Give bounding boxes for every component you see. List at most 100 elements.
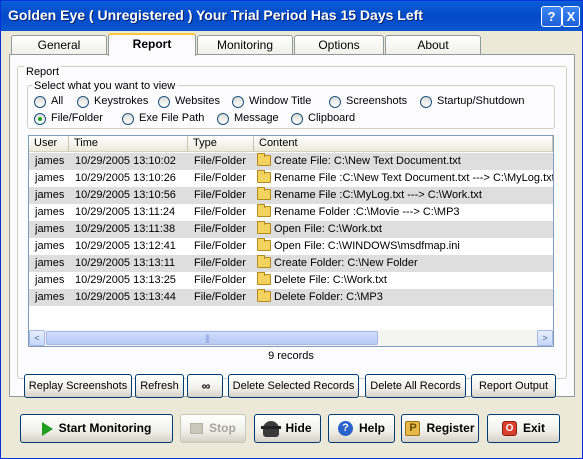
- cell-time: 10/29/2005 13:13:44: [75, 291, 176, 303]
- table-row[interactable]: james 10/29/2005 13:10:26 File/Folder Renam…: [29, 170, 553, 187]
- cell-time: 10/29/2005 13:11:24: [75, 206, 176, 218]
- cell-type: File/Folder: [194, 274, 246, 286]
- scroll-left-icon[interactable]: <: [29, 330, 45, 346]
- scroll-thumb[interactable]: [46, 331, 378, 345]
- exit-label: Exit: [522, 421, 545, 435]
- report-output-button[interactable]: Report Output: [471, 374, 556, 398]
- table-row[interactable]: james 10/29/2005 13:10:02 File/Folder Creat…: [29, 153, 553, 170]
- radio-exe-file-path-label: Exe File Path: [139, 112, 205, 124]
- filter-group-label: Select what you want to view: [32, 80, 178, 92]
- radio-websites-dot: [158, 96, 170, 108]
- column-user[interactable]: User: [29, 136, 69, 152]
- cell-time: 10/29/2005 13:13:11: [75, 257, 176, 269]
- help-label: Help: [358, 421, 385, 435]
- table-row[interactable]: james 10/29/2005 13:13:11 File/Folder Creat…: [29, 255, 553, 272]
- radio-window-title-dot: [232, 96, 244, 108]
- cell-user: james: [35, 172, 65, 184]
- cell-type: File/Folder: [194, 189, 246, 201]
- radio-message-dot: [217, 113, 229, 125]
- cell-content: Create Folder: C:\New Folder: [254, 255, 553, 272]
- tab-strip: General Report Monitoring Options About: [9, 33, 575, 56]
- register-button[interactable]: P Register: [401, 414, 479, 443]
- folder-icon: [257, 204, 271, 217]
- content-text: Delete File: C:\Work.txt: [274, 274, 387, 286]
- column-type[interactable]: Type: [188, 136, 254, 152]
- cell-user: james: [35, 155, 65, 167]
- content-text: Open File: C:\Work.txt: [274, 223, 382, 235]
- spy-icon: [261, 420, 282, 437]
- cell-type: File/Folder: [194, 257, 246, 269]
- register-label: Register: [426, 421, 475, 435]
- content-text: Rename File :C:\MyLog.txt ---> C:\Work.t…: [274, 189, 482, 201]
- radio-all-label: All: [51, 95, 64, 107]
- window-title: Golden Eye ( Unregistered ) Your Trial P…: [8, 7, 423, 23]
- table-row[interactable]: james 10/29/2005 13:12:41 File/Folder Open …: [29, 238, 553, 255]
- hide-button[interactable]: Hide: [254, 414, 321, 443]
- refresh-button[interactable]: Refresh: [135, 374, 184, 398]
- radio-clipboard-dot: [291, 113, 303, 125]
- table-row[interactable]: james 10/29/2005 13:13:25 File/Folder Delet…: [29, 272, 553, 289]
- radio-clipboard-label: Clipboard: [308, 112, 356, 124]
- delete-all-button[interactable]: Delete All Records: [365, 374, 466, 398]
- app-window: Golden Eye ( Unregistered ) Your Trial P…: [0, 0, 583, 459]
- folder-icon: [257, 153, 271, 166]
- tab-about[interactable]: About: [385, 35, 481, 55]
- tab-general[interactable]: General: [11, 35, 107, 55]
- folder-icon: [257, 170, 271, 183]
- report-group-label: Report: [24, 66, 62, 78]
- table-row[interactable]: james 10/29/2005 13:11:38 File/Folder Open …: [29, 221, 553, 238]
- cell-user: james: [35, 206, 65, 218]
- content-text: Delete Folder: C:\MP3: [274, 291, 383, 303]
- table-row[interactable]: james 10/29/2005 13:13:44 File/Folder Delet…: [29, 289, 553, 306]
- radio-keystrokes-label: Keystrokes: [94, 95, 149, 107]
- records-header: User Time Type Content: [29, 136, 553, 152]
- cell-content: Open File: C:\WINDOWS\msdfmap.ini: [254, 238, 553, 255]
- content-text: Rename Folder :C:\Movie ---> C:\MP3: [274, 206, 460, 218]
- play-icon: [41, 421, 53, 436]
- tab-options[interactable]: Options: [294, 35, 384, 55]
- close-button[interactable]: X: [562, 6, 580, 27]
- replay-screenshots-button[interactable]: Replay Screenshots: [24, 374, 132, 398]
- radio-all-dot: [34, 96, 46, 108]
- cell-content: Delete Folder: C:\MP3: [254, 289, 553, 306]
- horizontal-scrollbar[interactable]: < >: [29, 330, 553, 346]
- cell-content: Delete File: C:\Work.txt: [254, 272, 553, 289]
- stop-label: Stop: [209, 421, 236, 435]
- title-bar: Golden Eye ( Unregistered ) Your Trial P…: [1, 1, 582, 31]
- tab-monitoring[interactable]: Monitoring: [197, 35, 293, 55]
- folder-icon: [257, 255, 271, 268]
- radio-keystrokes-dot: [77, 96, 89, 108]
- start-monitoring-label: Start Monitoring: [58, 421, 152, 435]
- cell-time: 10/29/2005 13:10:02: [75, 155, 176, 167]
- record-count: 9 records: [268, 350, 314, 362]
- table-row[interactable]: james 10/29/2005 13:11:24 File/Folder Renam…: [29, 204, 553, 221]
- delete-selected-button[interactable]: Delete Selected Records: [228, 374, 359, 398]
- records-list[interactable]: User Time Type Content james 10/29/2005 1…: [28, 135, 554, 347]
- cell-type: File/Folder: [194, 240, 246, 252]
- start-monitoring-button[interactable]: Start Monitoring: [20, 414, 173, 443]
- cell-type: File/Folder: [194, 172, 246, 184]
- stop-button[interactable]: Stop: [180, 414, 246, 443]
- key-icon: P: [405, 421, 421, 437]
- exit-button[interactable]: O Exit: [487, 414, 560, 443]
- tab-report[interactable]: Report: [108, 33, 196, 56]
- find-button[interactable]: ∞: [187, 374, 223, 398]
- cell-type: File/Folder: [194, 291, 246, 303]
- stop-icon: [190, 423, 204, 435]
- cell-user: james: [35, 223, 65, 235]
- table-row[interactable]: james 10/29/2005 13:10:56 File/Folder Renam…: [29, 187, 553, 204]
- help-button[interactable]: ? Help: [328, 414, 395, 443]
- cell-content: Rename Folder :C:\Movie ---> C:\MP3: [254, 204, 553, 221]
- cell-content: Rename File :C:\New Text Document.txt --…: [254, 170, 553, 187]
- scroll-right-icon[interactable]: >: [537, 330, 553, 346]
- radio-screenshots-label: Screenshots: [346, 95, 408, 107]
- column-content[interactable]: Content: [254, 136, 553, 152]
- help-title-button[interactable]: ?: [541, 6, 562, 27]
- cell-user: james: [35, 274, 65, 286]
- help-icon: ?: [337, 421, 353, 437]
- cell-type: File/Folder: [194, 155, 246, 167]
- column-time[interactable]: Time: [69, 136, 188, 152]
- content-text: Open File: C:\WINDOWS\msdfmap.ini: [274, 240, 460, 252]
- folder-icon: [257, 289, 271, 302]
- content-text: Create File: C:\New Text Document.txt: [274, 155, 461, 167]
